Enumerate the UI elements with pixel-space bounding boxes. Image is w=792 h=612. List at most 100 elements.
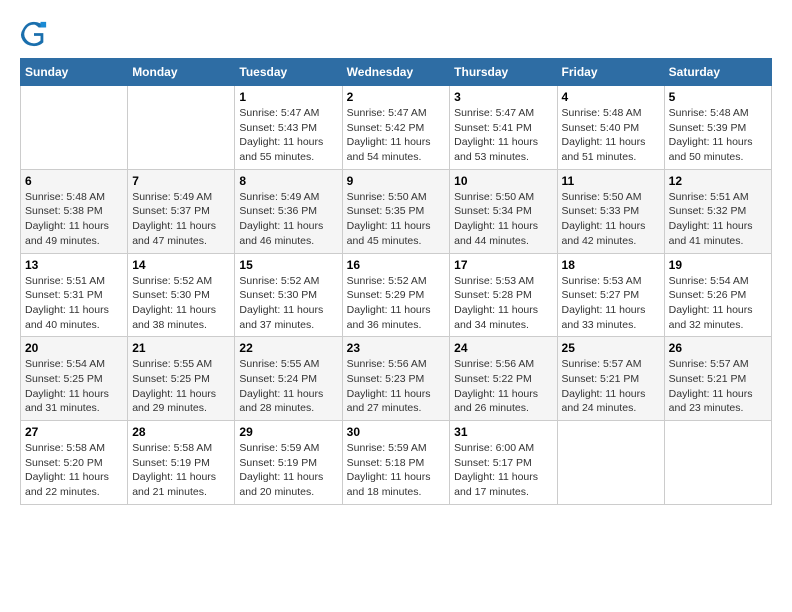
day-number: 20: [25, 341, 123, 355]
calendar-cell: 8 Sunrise: 5:49 AMSunset: 5:36 PMDaylight…: [235, 169, 342, 253]
calendar-cell: 6 Sunrise: 5:48 AMSunset: 5:38 PMDaylight…: [21, 169, 128, 253]
day-info: Sunrise: 5:57 AMSunset: 5:21 PMDaylight:…: [562, 357, 660, 416]
day-number: 7: [132, 174, 230, 188]
day-number: 5: [669, 90, 767, 104]
day-number: 3: [454, 90, 552, 104]
day-number: 23: [347, 341, 446, 355]
day-number: 30: [347, 425, 446, 439]
day-info: Sunrise: 5:55 AMSunset: 5:24 PMDaylight:…: [239, 357, 337, 416]
day-number: 19: [669, 258, 767, 272]
calendar-header-saturday: Saturday: [664, 59, 771, 86]
logo: [20, 20, 52, 48]
day-info: Sunrise: 5:49 AMSunset: 5:37 PMDaylight:…: [132, 190, 230, 249]
calendar-cell: 20 Sunrise: 5:54 AMSunset: 5:25 PMDayligh…: [21, 337, 128, 421]
day-info: Sunrise: 5:57 AMSunset: 5:21 PMDaylight:…: [669, 357, 767, 416]
day-info: Sunrise: 5:58 AMSunset: 5:19 PMDaylight:…: [132, 441, 230, 500]
day-info: Sunrise: 5:54 AMSunset: 5:25 PMDaylight:…: [25, 357, 123, 416]
calendar-cell: 22 Sunrise: 5:55 AMSunset: 5:24 PMDayligh…: [235, 337, 342, 421]
day-number: 12: [669, 174, 767, 188]
day-info: Sunrise: 5:56 AMSunset: 5:23 PMDaylight:…: [347, 357, 446, 416]
day-number: 21: [132, 341, 230, 355]
calendar-cell: [128, 86, 235, 170]
day-info: Sunrise: 5:48 AMSunset: 5:39 PMDaylight:…: [669, 106, 767, 165]
day-number: 18: [562, 258, 660, 272]
calendar-cell: 2 Sunrise: 5:47 AMSunset: 5:42 PMDaylight…: [342, 86, 450, 170]
day-info: Sunrise: 5:59 AMSunset: 5:19 PMDaylight:…: [239, 441, 337, 500]
day-number: 31: [454, 425, 552, 439]
day-info: Sunrise: 5:59 AMSunset: 5:18 PMDaylight:…: [347, 441, 446, 500]
calendar-header-wednesday: Wednesday: [342, 59, 450, 86]
calendar-cell: 12Sunrise: 5:51 AMSunset: 5:32 PMDayligh…: [664, 169, 771, 253]
calendar-week-row: 1Sunrise: 5:47 AMSunset: 5:43 PMDaylight…: [21, 86, 772, 170]
calendar-week-row: 6 Sunrise: 5:48 AMSunset: 5:38 PMDaylight…: [21, 169, 772, 253]
day-number: 25: [562, 341, 660, 355]
day-info: Sunrise: 5:47 AMSunset: 5:42 PMDaylight:…: [347, 106, 446, 165]
calendar-cell: 7 Sunrise: 5:49 AMSunset: 5:37 PMDaylight…: [128, 169, 235, 253]
day-info: Sunrise: 6:00 AMSunset: 5:17 PMDaylight:…: [454, 441, 552, 500]
day-info: Sunrise: 5:50 AMSunset: 5:34 PMDaylight:…: [454, 190, 552, 249]
calendar-cell: 18Sunrise: 5:53 AMSunset: 5:27 PMDayligh…: [557, 253, 664, 337]
day-info: Sunrise: 5:50 AMSunset: 5:33 PMDaylight:…: [562, 190, 660, 249]
day-info: Sunrise: 5:48 AMSunset: 5:40 PMDaylight:…: [562, 106, 660, 165]
day-number: 10: [454, 174, 552, 188]
calendar-cell: 31 Sunrise: 6:00 AMSunset: 5:17 PMDayligh…: [450, 421, 557, 505]
calendar-cell: 27 Sunrise: 5:58 AMSunset: 5:20 PMDayligh…: [21, 421, 128, 505]
general-blue-logo-icon: [20, 20, 48, 48]
calendar-cell: [21, 86, 128, 170]
day-number: 22: [239, 341, 337, 355]
calendar-cell: 29 Sunrise: 5:59 AMSunset: 5:19 PMDayligh…: [235, 421, 342, 505]
day-info: Sunrise: 5:52 AMSunset: 5:29 PMDaylight:…: [347, 274, 446, 333]
calendar-cell: 14Sunrise: 5:52 AMSunset: 5:30 PMDayligh…: [128, 253, 235, 337]
calendar-cell: 3 Sunrise: 5:47 AMSunset: 5:41 PMDaylight…: [450, 86, 557, 170]
calendar-table: SundayMondayTuesdayWednesdayThursdayFrid…: [20, 58, 772, 505]
day-number: 6: [25, 174, 123, 188]
day-info: Sunrise: 5:49 AMSunset: 5:36 PMDaylight:…: [239, 190, 337, 249]
calendar-cell: 10 Sunrise: 5:50 AMSunset: 5:34 PMDayligh…: [450, 169, 557, 253]
calendar-header-row: SundayMondayTuesdayWednesdayThursdayFrid…: [21, 59, 772, 86]
calendar-header-monday: Monday: [128, 59, 235, 86]
day-number: 28: [132, 425, 230, 439]
day-info: Sunrise: 5:55 AMSunset: 5:25 PMDaylight:…: [132, 357, 230, 416]
calendar-week-row: 13 Sunrise: 5:51 AMSunset: 5:31 PMDayligh…: [21, 253, 772, 337]
day-number: 17: [454, 258, 552, 272]
calendar-cell: 11 Sunrise: 5:50 AMSunset: 5:33 PMDayligh…: [557, 169, 664, 253]
day-info: Sunrise: 5:58 AMSunset: 5:20 PMDaylight:…: [25, 441, 123, 500]
day-number: 15: [239, 258, 337, 272]
day-number: 16: [347, 258, 446, 272]
day-number: 8: [239, 174, 337, 188]
day-info: Sunrise: 5:50 AMSunset: 5:35 PMDaylight:…: [347, 190, 446, 249]
day-info: Sunrise: 5:52 AMSunset: 5:30 PMDaylight:…: [239, 274, 337, 333]
day-info: Sunrise: 5:48 AMSunset: 5:38 PMDaylight:…: [25, 190, 123, 249]
calendar-cell: 9 Sunrise: 5:50 AMSunset: 5:35 PMDaylight…: [342, 169, 450, 253]
calendar-cell: 15 Sunrise: 5:52 AMSunset: 5:30 PMDayligh…: [235, 253, 342, 337]
day-number: 29: [239, 425, 337, 439]
page-header: [20, 20, 772, 48]
day-info: Sunrise: 5:53 AMSunset: 5:28 PMDaylight:…: [454, 274, 552, 333]
day-number: 9: [347, 174, 446, 188]
calendar-cell: 4 Sunrise: 5:48 AMSunset: 5:40 PMDaylight…: [557, 86, 664, 170]
calendar-header-thursday: Thursday: [450, 59, 557, 86]
day-number: 13: [25, 258, 123, 272]
day-info: Sunrise: 5:47 AMSunset: 5:41 PMDaylight:…: [454, 106, 552, 165]
day-number: 27: [25, 425, 123, 439]
calendar-cell: 5 Sunrise: 5:48 AMSunset: 5:39 PMDaylight…: [664, 86, 771, 170]
day-number: 4: [562, 90, 660, 104]
day-info: Sunrise: 5:54 AMSunset: 5:26 PMDaylight:…: [669, 274, 767, 333]
calendar-week-row: 27 Sunrise: 5:58 AMSunset: 5:20 PMDayligh…: [21, 421, 772, 505]
day-info: Sunrise: 5:51 AMSunset: 5:31 PMDaylight:…: [25, 274, 123, 333]
calendar-week-row: 20 Sunrise: 5:54 AMSunset: 5:25 PMDayligh…: [21, 337, 772, 421]
calendar-cell: 25 Sunrise: 5:57 AMSunset: 5:21 PMDayligh…: [557, 337, 664, 421]
day-number: 2: [347, 90, 446, 104]
calendar-cell: 16 Sunrise: 5:52 AMSunset: 5:29 PMDayligh…: [342, 253, 450, 337]
calendar-cell: [557, 421, 664, 505]
day-number: 26: [669, 341, 767, 355]
day-number: 11: [562, 174, 660, 188]
calendar-cell: 23 Sunrise: 5:56 AMSunset: 5:23 PMDayligh…: [342, 337, 450, 421]
calendar-cell: 30 Sunrise: 5:59 AMSunset: 5:18 PMDayligh…: [342, 421, 450, 505]
calendar-header-tuesday: Tuesday: [235, 59, 342, 86]
calendar-cell: 19 Sunrise: 5:54 AMSunset: 5:26 PMDayligh…: [664, 253, 771, 337]
calendar-header-friday: Friday: [557, 59, 664, 86]
calendar-cell: 1Sunrise: 5:47 AMSunset: 5:43 PMDaylight…: [235, 86, 342, 170]
calendar-cell: 21 Sunrise: 5:55 AMSunset: 5:25 PMDayligh…: [128, 337, 235, 421]
day-number: 24: [454, 341, 552, 355]
